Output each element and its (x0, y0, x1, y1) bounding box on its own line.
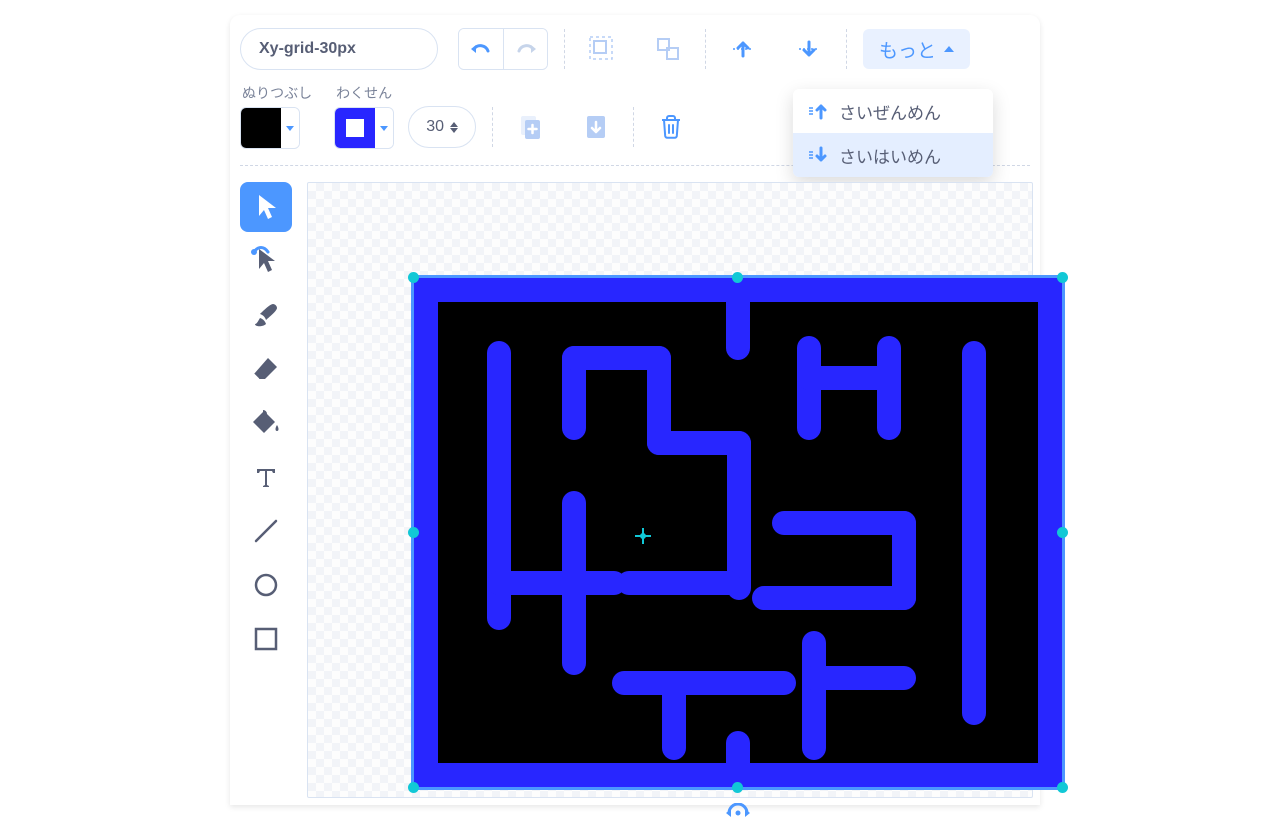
resize-handle-tr[interactable] (1057, 272, 1068, 283)
circle-icon (252, 571, 280, 599)
chevron-down-icon (375, 108, 393, 148)
resize-handle-ml[interactable] (408, 527, 419, 538)
arrow-up-icon (730, 36, 756, 62)
send-backward-button[interactable] (788, 28, 830, 70)
chevron-down-icon (281, 108, 299, 148)
reshape-tool[interactable] (240, 236, 292, 286)
resize-handle-tm[interactable] (732, 272, 743, 283)
redo-button[interactable] (503, 29, 547, 69)
menu-item-label: さいぜんめん (839, 99, 941, 124)
canvas[interactable] (307, 182, 1033, 798)
line-icon (251, 516, 281, 546)
select-tool[interactable] (240, 182, 292, 232)
divider (705, 29, 706, 69)
resize-handle-bm[interactable] (732, 782, 743, 793)
toolbar-row-1: もっと (240, 22, 970, 76)
reshape-icon (251, 245, 281, 277)
copy-icon (517, 113, 543, 141)
outline-color-picker[interactable] (334, 107, 394, 149)
fill-color-picker[interactable] (240, 107, 300, 149)
paste-button[interactable] (575, 106, 617, 148)
send-to-back-icon (807, 144, 829, 166)
resize-handle-mr[interactable] (1057, 527, 1068, 538)
divider (564, 29, 565, 69)
group-button[interactable] (581, 28, 623, 70)
tool-strip (239, 182, 293, 664)
rect-icon (252, 625, 280, 653)
group-icon (588, 35, 616, 63)
divider (846, 29, 847, 69)
outline-size-value: 30 (426, 118, 444, 136)
copy-button[interactable] (509, 106, 551, 148)
bring-to-front-icon (807, 100, 829, 122)
rect-tool[interactable] (240, 614, 292, 664)
spinner-down-icon (450, 128, 458, 133)
delete-button[interactable] (650, 106, 692, 148)
divider (633, 107, 634, 147)
editor-panel: もっと ぬりつぶし わくせん 30 (230, 15, 1040, 805)
fill-color-group: ぬりつぶし (240, 83, 312, 149)
undo-icon (470, 40, 492, 58)
menu-item-label: さいはいめん (839, 143, 941, 168)
brush-icon (251, 300, 281, 330)
trash-icon (658, 113, 684, 141)
line-tool[interactable] (240, 506, 292, 556)
cursor-icon (252, 192, 280, 222)
rotate-handle[interactable] (724, 803, 752, 825)
toolbar-row-2: ぬりつぶし わくせん 30 (240, 77, 830, 155)
outline-label: わくせん (336, 83, 392, 103)
outline-swatch (335, 108, 375, 148)
fill-tool[interactable] (240, 398, 292, 448)
project-name-input[interactable] (240, 28, 438, 70)
resize-handle-tl[interactable] (408, 272, 419, 283)
redo-icon (515, 40, 537, 58)
paste-icon (584, 113, 608, 141)
more-dropdown: さいぜんめん さいはいめん (793, 89, 993, 177)
bring-forward-button[interactable] (722, 28, 764, 70)
outline-size-input[interactable]: 30 (408, 106, 476, 148)
menu-item-send-to-back[interactable]: さいはいめん (793, 133, 993, 177)
fill-label: ぬりつぶし (242, 83, 312, 103)
menu-item-bring-to-front[interactable]: さいぜんめん (793, 89, 993, 133)
fill-swatch (241, 108, 281, 148)
caret-up-icon (944, 46, 954, 52)
more-label: もっと (879, 36, 936, 63)
more-button[interactable]: もっと (863, 29, 970, 69)
ungroup-icon (654, 35, 682, 63)
brush-tool[interactable] (240, 290, 292, 340)
undo-redo-group (458, 28, 548, 70)
eraser-tool[interactable] (240, 344, 292, 394)
bucket-icon (250, 408, 282, 438)
undo-button[interactable] (459, 29, 503, 69)
selection-box[interactable] (411, 275, 1065, 790)
circle-tool[interactable] (240, 560, 292, 610)
text-icon (253, 464, 279, 490)
eraser-icon (251, 355, 281, 383)
size-spinner[interactable] (450, 122, 458, 133)
divider (492, 107, 493, 147)
text-tool[interactable] (240, 452, 292, 502)
ungroup-button[interactable] (647, 28, 689, 70)
outline-color-group: わくせん (334, 83, 394, 149)
spinner-up-icon (450, 122, 458, 127)
arrow-down-icon (796, 36, 822, 62)
resize-handle-br[interactable] (1057, 782, 1068, 793)
resize-handle-bl[interactable] (408, 782, 419, 793)
